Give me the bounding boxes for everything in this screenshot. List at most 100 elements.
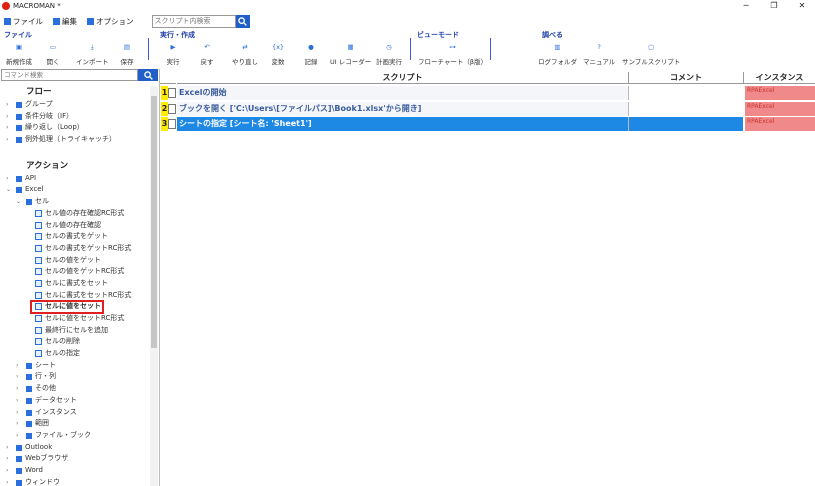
command-item[interactable]: セルの書式をゲット (0, 231, 150, 243)
new-button[interactable]: ▣ 新規作成 (6, 40, 32, 66)
minimize-button[interactable]: ─ (735, 0, 757, 11)
script-search-button[interactable] (235, 14, 250, 28)
command-item-label: セルの値をゲットRC形式 (45, 267, 125, 276)
open-button[interactable]: ▭ 開く (46, 40, 60, 66)
flow-item[interactable]: › 条件分岐（IF） (0, 111, 150, 123)
tree-item-excel-sub[interactable]: › ファイル・ブック (0, 430, 150, 442)
folder-icon (26, 421, 32, 428)
flow-item[interactable]: › グループ (0, 99, 150, 111)
script-text[interactable]: ブックを開く ['C:\Users\[ファイルパス]\Book1.xlsx'から… (177, 101, 628, 116)
menu-options[interactable]: オプション (87, 16, 134, 27)
flowchart-button[interactable]: ⊶ フローチャート（β版） (418, 40, 487, 66)
expand-chevron-icon[interactable]: › (16, 430, 18, 442)
expand-chevron-icon[interactable]: › (6, 442, 8, 454)
script-row[interactable]: 1 Excelの開始 RPAExcel (160, 86, 815, 100)
command-tree: フロー › グループ › 条件分岐（IF） › 繰り返し（Loop） › 例外処理（トライキャッ… (0, 86, 150, 486)
record-button[interactable]: ● 記録 (304, 40, 318, 66)
collapse-chevron-icon[interactable]: ⌄ (16, 196, 21, 208)
tree-item-cell[interactable]: ⌄ セル (0, 196, 150, 208)
command-item[interactable]: セル値の存在確認RC形式 (0, 208, 150, 220)
command-item[interactable]: セルの値をゲットRC形式 (0, 266, 150, 278)
redo-button[interactable]: ⇄ やり直し (232, 40, 258, 66)
menu-file[interactable]: ファイル (4, 16, 43, 27)
command-scrollbar[interactable] (150, 86, 158, 486)
flow-item-label: グループ (25, 100, 53, 108)
close-button[interactable]: ✕ (791, 0, 813, 11)
log-folder-button[interactable]: ▥ ログフォルダ (538, 40, 577, 66)
expand-chevron-icon[interactable]: › (6, 111, 8, 123)
command-item[interactable]: セルの指定 (0, 348, 150, 360)
expand-chevron-icon[interactable]: › (16, 360, 18, 372)
flow-item[interactable]: › 繰り返し（Loop） (0, 122, 150, 134)
script-row[interactable]: 2 ブックを開く ['C:\Users\[ファイルパス]\Book1.xlsx'か… (160, 101, 815, 116)
command-item[interactable]: セルに書式をセット (0, 278, 150, 290)
ribbon: ファイル 実行・作成 ビューモード 調べる ▣ 新規作成 ▭ 開く ⤓ インポート ▤… (0, 30, 815, 68)
variable-button[interactable]: {x} 変数 (271, 40, 285, 66)
sample-script-button[interactable]: ▢ サンプルスクリプト (622, 40, 680, 66)
script-search-input[interactable] (151, 14, 236, 28)
save-button[interactable]: ▤ 保存 (120, 40, 134, 66)
script-text[interactable]: シートの指定 [シート名: 'Sheet1'] (177, 117, 628, 131)
tree-item-excel-sub[interactable]: › 行・列 (0, 371, 150, 383)
instance-cell[interactable]: RPAExcel (745, 117, 815, 131)
expand-chevron-icon[interactable]: › (16, 371, 18, 383)
tree-item-excel-sub[interactable]: › シート (0, 360, 150, 372)
expand-chevron-icon[interactable]: › (6, 134, 8, 146)
scrollbar-thumb[interactable] (151, 96, 157, 348)
comment-cell[interactable] (628, 101, 743, 116)
command-item[interactable]: 最終行にセルを追加 (0, 325, 150, 337)
tree-item-api-label: API (25, 173, 37, 182)
folder-icon (26, 432, 32, 439)
command-item[interactable]: セルの削除 (0, 336, 150, 348)
menu-edit[interactable]: 編集 (53, 16, 77, 27)
expand-chevron-icon[interactable]: › (16, 395, 18, 407)
tree-item-excel[interactable]: ⌄ Excel (0, 184, 150, 196)
action-header: アクション (0, 160, 150, 173)
folder-icon (16, 456, 22, 463)
script-row[interactable]: 3 シートの指定 [シート名: 'Sheet1'] RPAExcel (160, 117, 815, 131)
expand-chevron-icon[interactable]: › (6, 465, 8, 477)
ui-recorder-button[interactable]: ▦ UI レコーダー (330, 40, 371, 66)
scheduled-run-button[interactable]: ◷ 計画実行 (376, 40, 402, 66)
tree-item-excel-sub[interactable]: › 範囲 (0, 418, 150, 430)
row-number: 2 (161, 101, 168, 116)
maximize-button[interactable]: ❐ (763, 0, 785, 11)
command-search-button[interactable] (138, 69, 158, 81)
expand-chevron-icon[interactable]: › (6, 122, 8, 134)
command-item[interactable]: セルに値をセット (0, 300, 150, 315)
tree-item-top[interactable]: › Outlook (0, 442, 150, 454)
tree-item-top[interactable]: › Webブラウザ (0, 453, 150, 465)
script-text[interactable]: Excelの開始 (177, 86, 628, 100)
tree-item-excel-sub[interactable]: › インスタンス (0, 407, 150, 419)
command-item[interactable]: セル値の存在確認 (0, 220, 150, 232)
tree-item-cell-label: セル (35, 197, 49, 206)
tree-item-api[interactable]: › API (0, 173, 150, 185)
comment-cell[interactable] (628, 117, 743, 131)
command-item[interactable]: セルに値をセットRC形式 (0, 313, 150, 325)
import-button[interactable]: ⤓ インポート (76, 40, 109, 67)
tree-item-top[interactable]: › Word (0, 465, 150, 477)
manual-button[interactable]: ? マニュアル (583, 40, 615, 66)
command-item[interactable]: セルの書式をゲットRC形式 (0, 243, 150, 255)
expand-chevron-icon[interactable]: › (16, 418, 18, 430)
instance-cell[interactable]: RPAExcel (745, 86, 815, 100)
expand-chevron-icon[interactable]: › (6, 99, 8, 111)
command-search-input[interactable] (1, 69, 138, 81)
comment-cell[interactable] (628, 86, 743, 100)
expand-chevron-icon[interactable]: › (16, 383, 18, 395)
tree-item-top[interactable]: › ウィンドウ (0, 477, 150, 486)
instance-cell[interactable]: RPAExcel (745, 101, 815, 116)
tree-item-excel-sub[interactable]: › その他 (0, 383, 150, 395)
tree-item-excel-sub[interactable]: › データセット (0, 395, 150, 407)
run-button[interactable]: ▶ 実行 (166, 40, 180, 66)
expand-chevron-icon[interactable]: › (6, 453, 8, 465)
tree-item-excel-sub-label: シート (35, 360, 56, 369)
expand-chevron-icon[interactable]: › (16, 407, 18, 419)
collapse-chevron-icon[interactable]: ⌄ (6, 184, 11, 196)
undo-button[interactable]: ↶ 戻す (200, 40, 214, 66)
flow-item-label: 繰り返し（Loop） (25, 123, 84, 132)
expand-chevron-icon[interactable]: › (6, 173, 8, 185)
command-item[interactable]: セルの値をゲット (0, 255, 150, 267)
expand-chevron-icon[interactable]: › (6, 477, 8, 486)
flow-item[interactable]: › 例外処理（トライキャッチ） (0, 134, 150, 146)
